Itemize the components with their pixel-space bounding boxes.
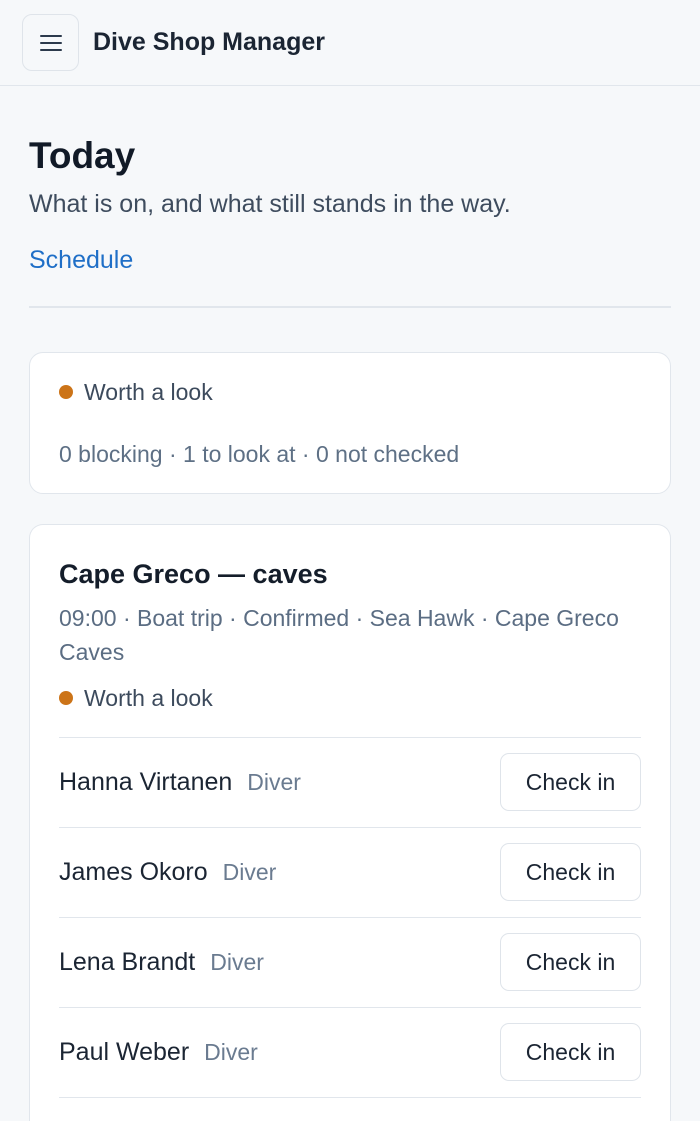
menu-button[interactable] <box>22 14 79 71</box>
divider <box>29 306 671 308</box>
trip-card: Cape Greco — caves 09:00 · Boat trip · C… <box>29 523 671 1121</box>
summary-status: Worth a look <box>59 377 641 407</box>
app-title: Dive Shop Manager <box>93 28 325 56</box>
participant-role: Diver <box>247 768 301 795</box>
participant-name: Hanna Virtanen <box>59 767 233 796</box>
trip-status: Worth a look <box>59 683 641 713</box>
trip-status-label: Worth a look <box>84 684 213 711</box>
check-in-button[interactable]: Check in <box>500 1023 641 1081</box>
summary-counts: 0 blocking · 1 to look at · 0 not checke… <box>59 440 460 467</box>
warning-dot-icon <box>59 690 73 705</box>
participant-row: Paul Weber Diver Check in <box>59 1008 641 1098</box>
page-subtitle: What is on, and what still stands in the… <box>29 190 511 218</box>
check-in-button[interactable]: Check in <box>500 753 641 811</box>
summary-card: Worth a look 0 blocking · 1 to look at ·… <box>29 351 671 494</box>
participant-role: Diver <box>210 948 264 975</box>
check-in-button[interactable]: Check in <box>500 843 641 901</box>
check-in-button[interactable]: Check in <box>500 933 641 991</box>
trip-title: Cape Greco — caves <box>59 558 328 589</box>
top-bar: Dive Shop Manager <box>0 0 700 86</box>
participant-role: Diver <box>204 1038 258 1065</box>
participant-list: Hanna Virtanen Diver Check in James Okor… <box>59 736 641 1098</box>
participant-row: James Okoro Diver Check in <box>59 828 641 918</box>
participant-row: Hanna Virtanen Diver Check in <box>59 738 641 828</box>
participant-name: James Okoro <box>59 857 208 886</box>
summary-status-label: Worth a look <box>84 378 213 405</box>
trip-meta: 09:00 · Boat trip · Confirmed · Sea Hawk… <box>59 604 619 665</box>
participant-role: Diver <box>222 858 277 885</box>
schedule-link[interactable]: Schedule <box>29 244 133 276</box>
main-content: Today What is on, and what still stands … <box>0 134 700 1121</box>
participant-name: Paul Weber <box>59 1037 190 1066</box>
participant-row: Lena Brandt Diver Check in <box>59 918 641 1008</box>
page-title: Today <box>29 135 136 176</box>
hamburger-menu-icon <box>39 34 62 51</box>
participant-name: Lena Brandt <box>59 947 196 976</box>
warning-dot-icon <box>59 384 73 399</box>
